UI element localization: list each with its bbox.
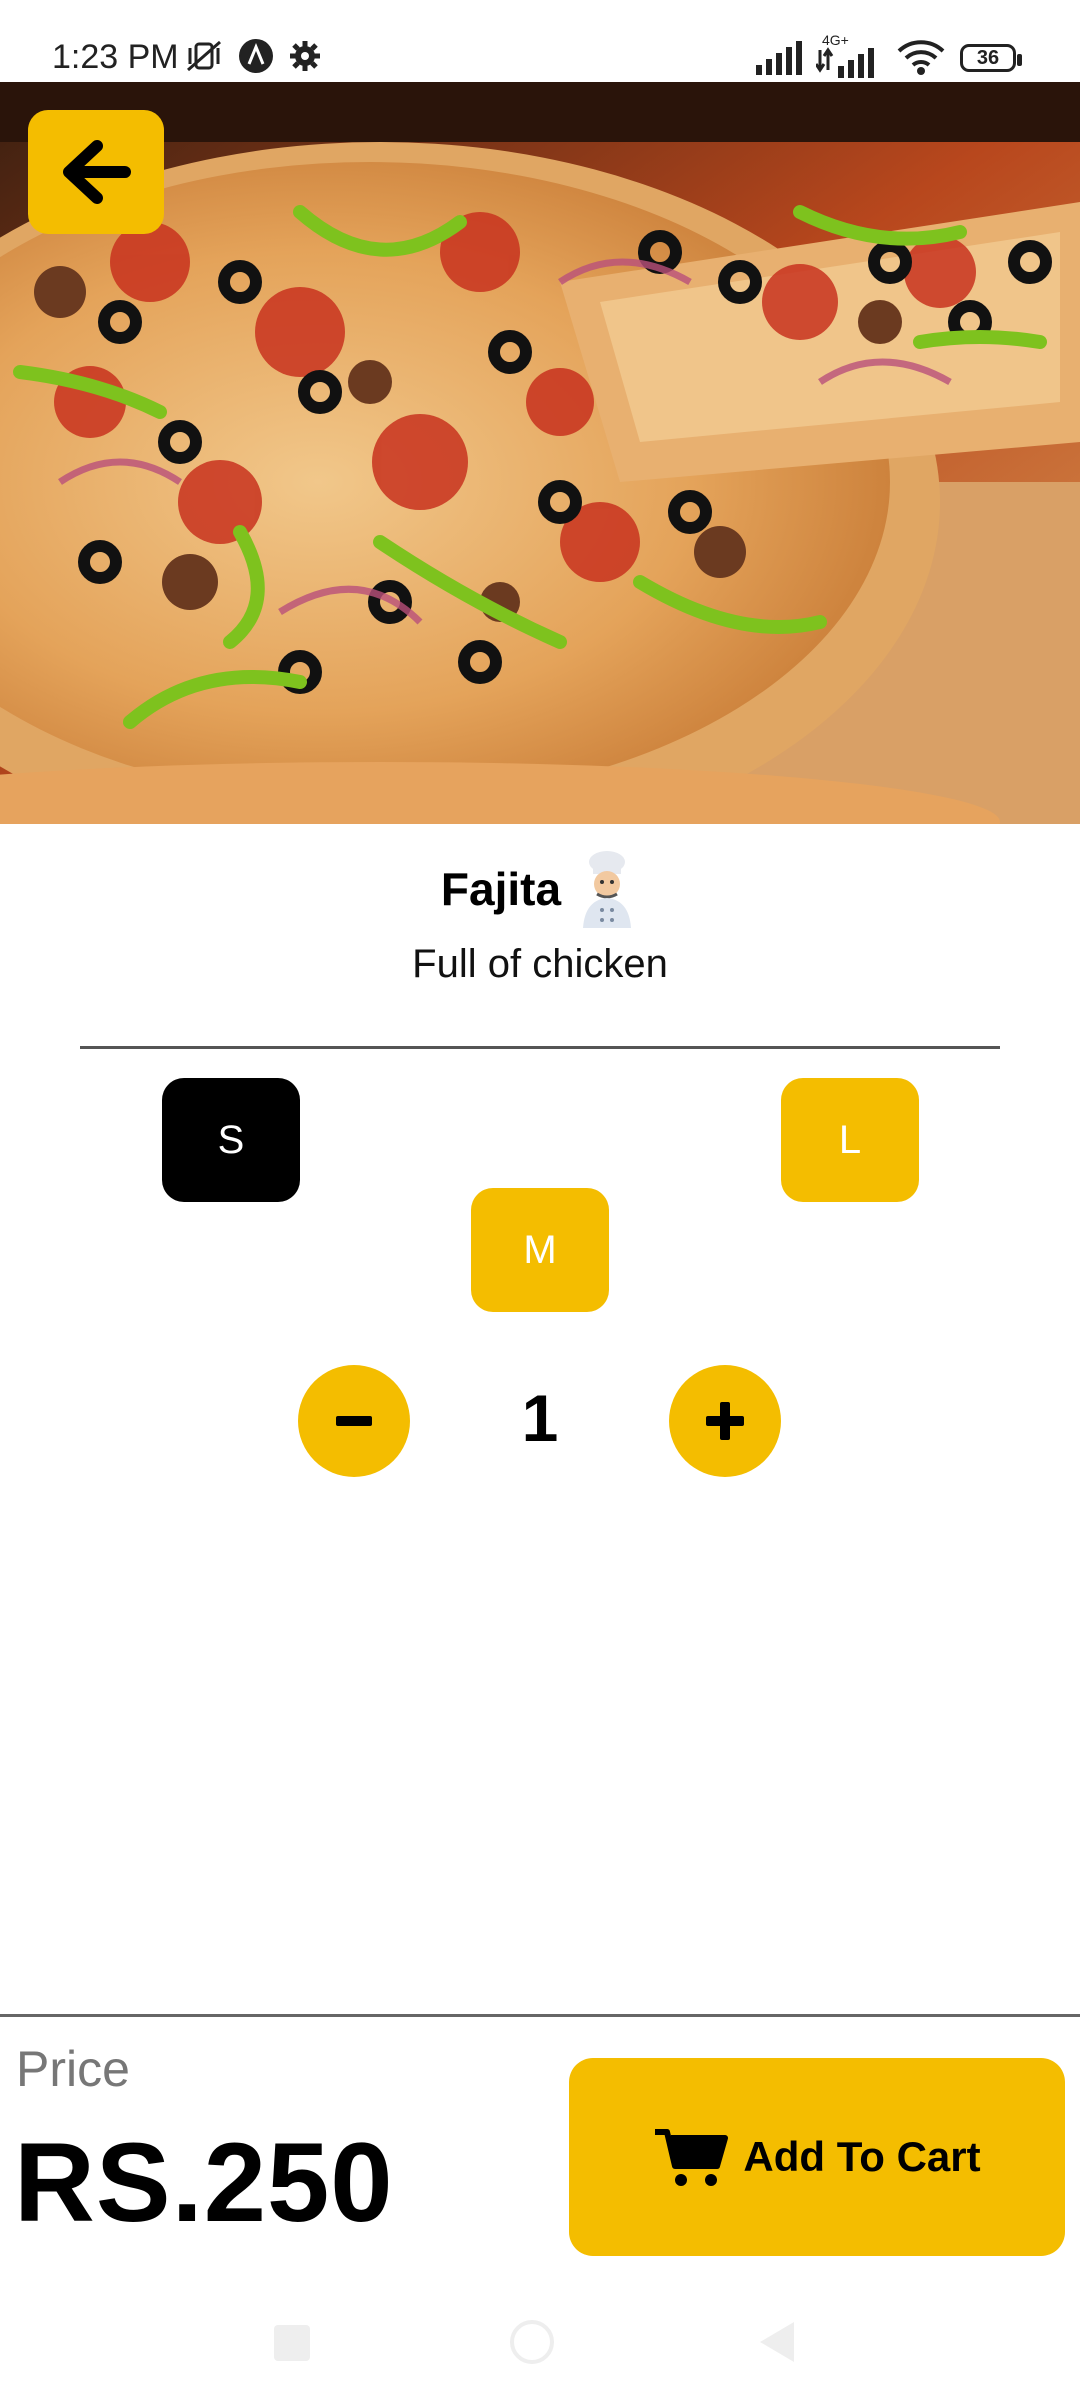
battery-indicator: 36 [960, 44, 1022, 72]
decrease-quantity-button[interactable] [298, 1365, 410, 1477]
quantity-value: 1 [521, 1381, 559, 1455]
product-title-row: Fajita [0, 850, 1080, 928]
size-medium-button[interactable]: M [471, 1188, 609, 1312]
signal-4g-group: 4G+ [816, 32, 882, 78]
chef-icon [583, 851, 632, 928]
system-nav-bar [0, 2300, 1080, 2400]
minus-icon [336, 1416, 372, 1426]
status-left-icons [184, 36, 322, 76]
settings-gear-icon [290, 41, 320, 71]
price-value: RS.250 [14, 2120, 394, 2245]
size-large-button[interactable]: L [781, 1078, 919, 1202]
wifi-icon [897, 40, 945, 75]
size-small-button[interactable]: S [162, 1078, 300, 1202]
back-button[interactable] [28, 110, 164, 234]
signal-icon [756, 41, 802, 75]
product-title: Fajita [440, 863, 562, 915]
arrow-left-icon [63, 140, 131, 204]
divider [80, 1046, 1000, 1049]
battery-level: 36 [976, 46, 1000, 69]
add-to-cart-button[interactable]: Add To Cart [569, 2058, 1065, 2256]
increase-quantity-button[interactable] [669, 1365, 781, 1477]
mute-vibrate-icon [187, 40, 221, 72]
status-time: 1:23 PM [52, 38, 179, 76]
app-a-icon [239, 39, 273, 73]
add-to-cart-label: Add To Cart [743, 2133, 981, 2180]
plus-icon [706, 1402, 744, 1440]
signal-4g-icon [816, 47, 874, 78]
system-back-button[interactable] [760, 2322, 794, 2362]
cart-icon [655, 2129, 729, 2186]
price-label: Price [16, 2041, 130, 2097]
status-bar: 1:23 PM 4G+ 36 [0, 0, 1080, 82]
home-button[interactable] [510, 2320, 554, 2364]
recent-apps-button[interactable] [274, 2325, 310, 2361]
footer-divider [0, 2014, 1080, 2017]
status-right-icons: 4G+ 36 [754, 32, 1022, 78]
product-description: Full of chicken [412, 942, 668, 986]
